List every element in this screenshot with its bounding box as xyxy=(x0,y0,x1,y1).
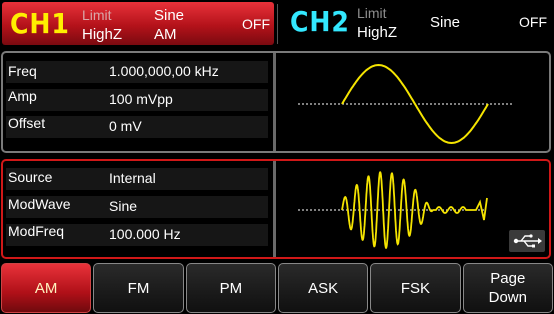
ch1-load: HighZ xyxy=(82,26,123,43)
modwave-value: Sine xyxy=(109,198,138,214)
softkey-fm[interactable]: FM xyxy=(93,263,184,313)
softkey-pm[interactable]: PM xyxy=(185,263,276,313)
amp-label: Amp xyxy=(8,88,37,104)
softkey-pm-label: PM xyxy=(219,279,243,297)
offset-value: 0 mV xyxy=(109,118,142,134)
softkey-am-label: AM xyxy=(34,279,58,297)
ch2-label: CH2 xyxy=(290,5,350,38)
ch1-label: CH1 xyxy=(10,7,70,40)
amp-value: 100 mVpp xyxy=(109,91,173,107)
freq-label: Freq xyxy=(8,63,37,79)
header-divider xyxy=(277,4,278,44)
usb-icon xyxy=(509,230,545,252)
softkey-page-down[interactable]: Page Down xyxy=(462,263,553,313)
param-row-amp[interactable]: Amp 100 mVpp xyxy=(6,88,268,111)
param-row-source[interactable]: Source Internal xyxy=(6,168,268,190)
channel-header: CH1 Limit HighZ Sine AM OFF CH2 Limit Hi… xyxy=(0,0,554,47)
param-row-freq[interactable]: Freq 1.000,000,00 kHz xyxy=(6,61,268,83)
modwave-label: ModWave xyxy=(8,196,71,212)
ch1-mod-mode: AM xyxy=(154,26,177,43)
freq-value: 1.000,000,00 kHz xyxy=(109,63,219,79)
param-row-modfreq[interactable]: ModFreq 100.000 Hz xyxy=(6,223,268,246)
modfreq-label: ModFreq xyxy=(8,223,65,239)
carrier-panel: Freq 1.000,000,00 kHz Amp 100 mVpp Offse… xyxy=(1,51,551,153)
carrier-waveform-preview xyxy=(298,63,514,145)
softkey-ask[interactable]: ASK xyxy=(277,263,369,313)
ch1-output-state: OFF xyxy=(242,16,270,32)
ch2-limit-label: Limit xyxy=(357,5,387,21)
param-row-offset[interactable]: Offset 0 mV xyxy=(6,115,268,138)
ch2-output-state: OFF xyxy=(519,14,547,30)
offset-label: Offset xyxy=(8,115,46,131)
softkey-fm-label: FM xyxy=(127,279,150,297)
ch1-status-tab[interactable]: CH1 Limit HighZ Sine AM OFF xyxy=(2,2,274,45)
softkey-am[interactable]: AM xyxy=(1,263,92,313)
softkey-page-down-label: Page Down xyxy=(488,270,527,306)
softkey-bar: AM FM PM ASK FSK Page Down xyxy=(1,263,553,313)
ch1-limit-label: Limit xyxy=(82,7,112,23)
param-row-modwave[interactable]: ModWave Sine xyxy=(6,196,268,218)
source-value: Internal xyxy=(109,170,156,186)
ch2-load: HighZ xyxy=(357,24,398,41)
ch1-waveform: Sine xyxy=(154,7,185,24)
modfreq-value: 100.000 Hz xyxy=(109,226,181,242)
softkey-fsk[interactable]: FSK xyxy=(370,263,461,313)
softkey-fsk-label: FSK xyxy=(400,279,431,297)
source-label: Source xyxy=(8,169,53,185)
ch2-waveform: Sine xyxy=(430,14,461,31)
softkey-ask-label: ASK xyxy=(308,279,339,297)
modulation-panel: Source Internal ModWave Sine ModFreq 100… xyxy=(1,159,551,259)
